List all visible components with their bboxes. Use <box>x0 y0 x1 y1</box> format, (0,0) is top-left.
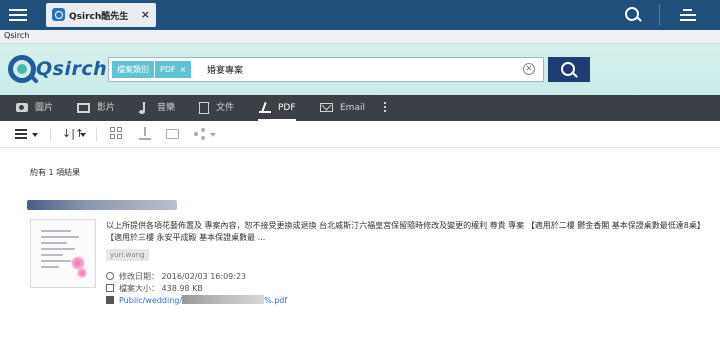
clock-icon <box>106 272 114 280</box>
os-top-bar: Qsirch酷先生 × <box>0 0 720 30</box>
modified-value: 2016/02/03 16:09:23 <box>161 272 247 281</box>
divider <box>96 127 97 141</box>
search-submit-button[interactable] <box>548 57 590 82</box>
tab-pdf-label: PDF <box>278 103 296 113</box>
qsirch-logo[interactable]: Qsirch <box>8 53 108 87</box>
camera-icon <box>16 103 28 112</box>
modified-date: 修改日期： 2016/02/03 16:09:23 <box>106 271 246 282</box>
file-size: 檔案大小： 438.98 KB <box>106 283 203 294</box>
window-title: Qsirch <box>4 31 30 40</box>
result-count: 約有 1 項結果 <box>30 168 81 177</box>
search-header: Qsirch 檔案類別 PDF × 婚宴專案 ✕ <box>0 44 720 95</box>
filter-tag-type[interactable]: 檔案類別 <box>112 61 154 78</box>
qsirch-app-icon <box>52 8 65 21</box>
result-title-redacted[interactable] <box>27 200 177 210</box>
results-toolbar: ↓|↑ <box>0 121 720 148</box>
download-icon[interactable] <box>139 127 151 141</box>
size-value: 438.98 KB <box>161 284 203 293</box>
pdf-icon <box>258 102 271 114</box>
film-icon <box>77 102 90 113</box>
open-folder-icon[interactable] <box>166 129 179 139</box>
tab-videos[interactable]: 影片 <box>77 95 115 121</box>
file-path: Public/wedding/ %.pdf <box>106 295 287 305</box>
view-mode-button[interactable] <box>15 127 39 141</box>
document-icon <box>199 101 209 114</box>
main-menu-icon[interactable] <box>9 6 27 24</box>
file-icon <box>106 284 114 292</box>
chevron-down-icon <box>80 133 86 137</box>
remove-filter-button[interactable]: × <box>180 65 187 74</box>
file-path-link[interactable]: Public/wedding/ %.pdf <box>119 295 288 305</box>
category-tabs: 圖片 影片 音樂 文件 PDF Email <box>0 95 720 121</box>
tab-documents-label: 文件 <box>216 103 235 113</box>
share-icon[interactable] <box>194 127 216 141</box>
stacks-icon[interactable] <box>678 5 698 25</box>
filter-tag-value[interactable]: PDF × <box>155 61 192 78</box>
close-tab-button[interactable]: × <box>141 8 150 21</box>
tab-music-label: 音樂 <box>157 103 176 113</box>
clear-search-button[interactable]: ✕ <box>523 63 535 75</box>
search-input[interactable]: 檔案類別 PDF × 婚宴專案 ✕ <box>108 57 544 82</box>
app-tab-qsirch[interactable]: Qsirch酷先生 × <box>46 3 156 27</box>
grid-select-icon[interactable] <box>110 127 123 140</box>
modified-label: 修改日期： <box>119 272 159 281</box>
owner-badge: yuri.wang <box>106 249 149 261</box>
tab-documents[interactable]: 文件 <box>199 95 234 121</box>
redacted-path <box>182 295 265 304</box>
logo-magnifier-icon <box>8 55 36 83</box>
filter-tag-value-label: PDF <box>160 65 176 74</box>
more-options-icon[interactable] <box>384 102 387 114</box>
logo-wordmark: Qsirch <box>36 58 108 80</box>
search-query-text[interactable]: 婚宴專案 <box>207 63 243 76</box>
tab-pdf[interactable]: PDF <box>258 95 296 121</box>
tab-music[interactable]: 音樂 <box>138 95 175 121</box>
sort-button[interactable]: ↓|↑ <box>62 127 86 141</box>
divider <box>50 127 51 141</box>
result-thumbnail[interactable] <box>30 219 96 288</box>
tab-email[interactable]: Email <box>320 95 365 121</box>
result-snippet: 以上所提供各項花藝佈置及 專案內容，恕不接受更換或退換 台北威斯汀六福皇宮保留隨… <box>106 221 705 242</box>
folder-icon <box>106 296 114 304</box>
divider <box>659 4 660 26</box>
size-label: 檔案大小： <box>119 284 159 293</box>
tab-videos-label: 影片 <box>97 103 116 113</box>
window-titlebar: Qsirch <box>0 30 720 44</box>
tab-email-label: Email <box>340 103 365 113</box>
app-tab-label: Qsirch酷先生 <box>69 12 129 22</box>
chevron-down-icon <box>210 133 216 137</box>
path-suffix: %.pdf <box>264 296 288 305</box>
tab-images[interactable]: 圖片 <box>16 95 53 121</box>
path-prefix: Public/wedding/ <box>119 296 183 305</box>
music-icon <box>138 101 150 114</box>
chevron-down-icon <box>32 133 38 137</box>
mail-icon <box>320 103 333 112</box>
tab-images-label: 圖片 <box>35 103 54 113</box>
search-icon[interactable] <box>624 6 642 24</box>
